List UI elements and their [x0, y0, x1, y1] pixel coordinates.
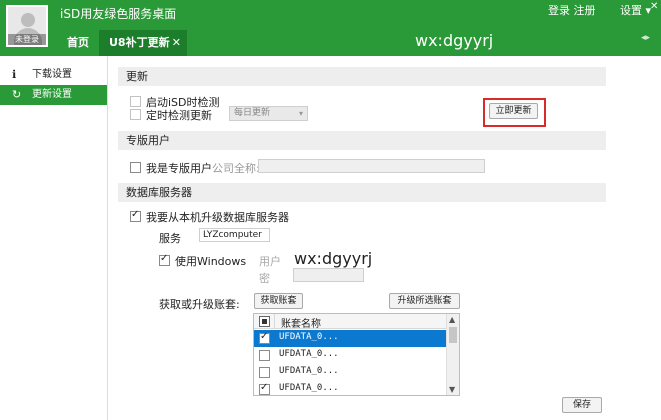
- auto-check-checkbox[interactable]: [130, 96, 141, 107]
- scroll-down-icon[interactable]: ▼: [449, 385, 455, 394]
- use-windows-checkbox[interactable]: [159, 253, 170, 266]
- sidebar-item-update-settings[interactable]: ↻ 更新设置: [0, 85, 107, 105]
- center-title: wx:dgyyrj: [415, 31, 494, 50]
- info-icon: ℹ: [12, 68, 17, 81]
- table-row[interactable]: UFDATA_0...: [254, 364, 447, 381]
- get-accounts-button[interactable]: 获取账套: [254, 293, 303, 309]
- avatar-caption: 未登录: [8, 34, 46, 45]
- account-name: UFDATA_0...: [279, 366, 339, 376]
- pro-user-checkbox[interactable]: [130, 162, 141, 173]
- account-name: UFDATA_0...: [279, 383, 339, 393]
- get-upgrade-accounts-label: 获取或升级账套:: [159, 298, 240, 311]
- company-name-input[interactable]: [258, 159, 485, 173]
- section-title-update: 更新: [118, 67, 606, 86]
- settings-menu[interactable]: 设置 ▾: [620, 2, 651, 18]
- login-register-link[interactable]: 登录 注册: [548, 2, 596, 18]
- tab-home[interactable]: 首页: [58, 30, 98, 56]
- account-name: UFDATA_0...: [279, 349, 339, 359]
- timed-check-checkbox[interactable]: [130, 109, 141, 120]
- upgrade-from-local-label: 我要从本机升级数据库服务器: [146, 211, 289, 224]
- window-close-icon[interactable]: ✕: [650, 1, 658, 12]
- row-checkbox[interactable]: [259, 367, 270, 378]
- user-label: 用户: [259, 255, 281, 268]
- title-bar: 未登录 iSD用友绿色服务桌面 登录 注册 设置 ▾ ✕ 首页 U8补丁更新 ✕…: [0, 0, 661, 56]
- app-title: iSD用友绿色服务桌面: [60, 7, 177, 21]
- service-input[interactable]: LYZcomputer: [199, 228, 270, 242]
- password-label: 密: [259, 272, 270, 285]
- refresh-icon: ↻: [12, 88, 22, 101]
- use-windows-label: 使用Windows: [175, 255, 247, 268]
- table-scrollbar[interactable]: ▲ ▼: [446, 314, 459, 395]
- save-button[interactable]: 保存: [562, 397, 602, 413]
- sidebar-item-label: 下载设置: [32, 69, 72, 80]
- tab-label: U8补丁更新: [109, 36, 170, 49]
- company-name-label: 公司全称:: [212, 162, 260, 175]
- select-all-checkbox[interactable]: [259, 316, 270, 327]
- avatar-head-icon: [21, 13, 35, 27]
- avatar[interactable]: 未登录: [6, 5, 48, 47]
- table-header: 账套名称: [254, 314, 447, 330]
- scroll-up-icon[interactable]: ▲: [449, 315, 455, 324]
- update-frequency-select[interactable]: 每日更新 ▾: [229, 106, 308, 121]
- update-now-button[interactable]: 立即更新: [489, 103, 538, 119]
- account-table: 账套名称 UFDATA_0... UFDATA_0... UFDATA_0...…: [253, 313, 460, 396]
- chevron-down-icon: ▾: [298, 109, 303, 118]
- table-row[interactable]: UFDATA_0...: [254, 381, 447, 395]
- password-input[interactable]: [293, 268, 364, 282]
- row-checkbox[interactable]: [259, 350, 270, 361]
- section-title-pro-user: 专版用户: [118, 131, 606, 150]
- sidebar: ℹ 下载设置 ↻ 更新设置: [0, 56, 108, 420]
- row-checkbox[interactable]: [259, 331, 270, 344]
- row-checkbox[interactable]: [259, 382, 270, 395]
- upgrade-selected-button[interactable]: 升级所选账套: [389, 293, 460, 309]
- account-name: UFDATA_0...: [279, 332, 339, 342]
- tab-close-icon[interactable]: ✕: [172, 30, 181, 56]
- watermark-text: wx:dgyyrj: [294, 249, 373, 268]
- sidebar-item-download-settings[interactable]: ℹ 下载设置: [0, 65, 107, 85]
- settings-label: 设置: [620, 4, 642, 17]
- pro-user-label: 我是专版用户: [146, 162, 212, 175]
- scroll-thumb[interactable]: [449, 327, 457, 343]
- update-frequency-value: 每日更新: [234, 108, 271, 118]
- tab-u8-patch-update[interactable]: U8补丁更新 ✕: [99, 30, 187, 56]
- tab-scroll-arrows-icon[interactable]: ◂▸: [641, 33, 650, 43]
- table-row[interactable]: UFDATA_0...: [254, 330, 447, 347]
- header-divider: [274, 314, 275, 329]
- service-label: 服务: [159, 232, 181, 245]
- upgrade-from-local-checkbox[interactable]: [130, 209, 141, 222]
- table-row[interactable]: UFDATA_0...: [254, 347, 447, 364]
- sidebar-item-label: 更新设置: [32, 89, 72, 100]
- section-title-db-server: 数据库服务器: [118, 183, 606, 202]
- column-header-account-name: 账套名称: [281, 319, 321, 330]
- timed-check-label: 定时检测更新: [146, 109, 212, 122]
